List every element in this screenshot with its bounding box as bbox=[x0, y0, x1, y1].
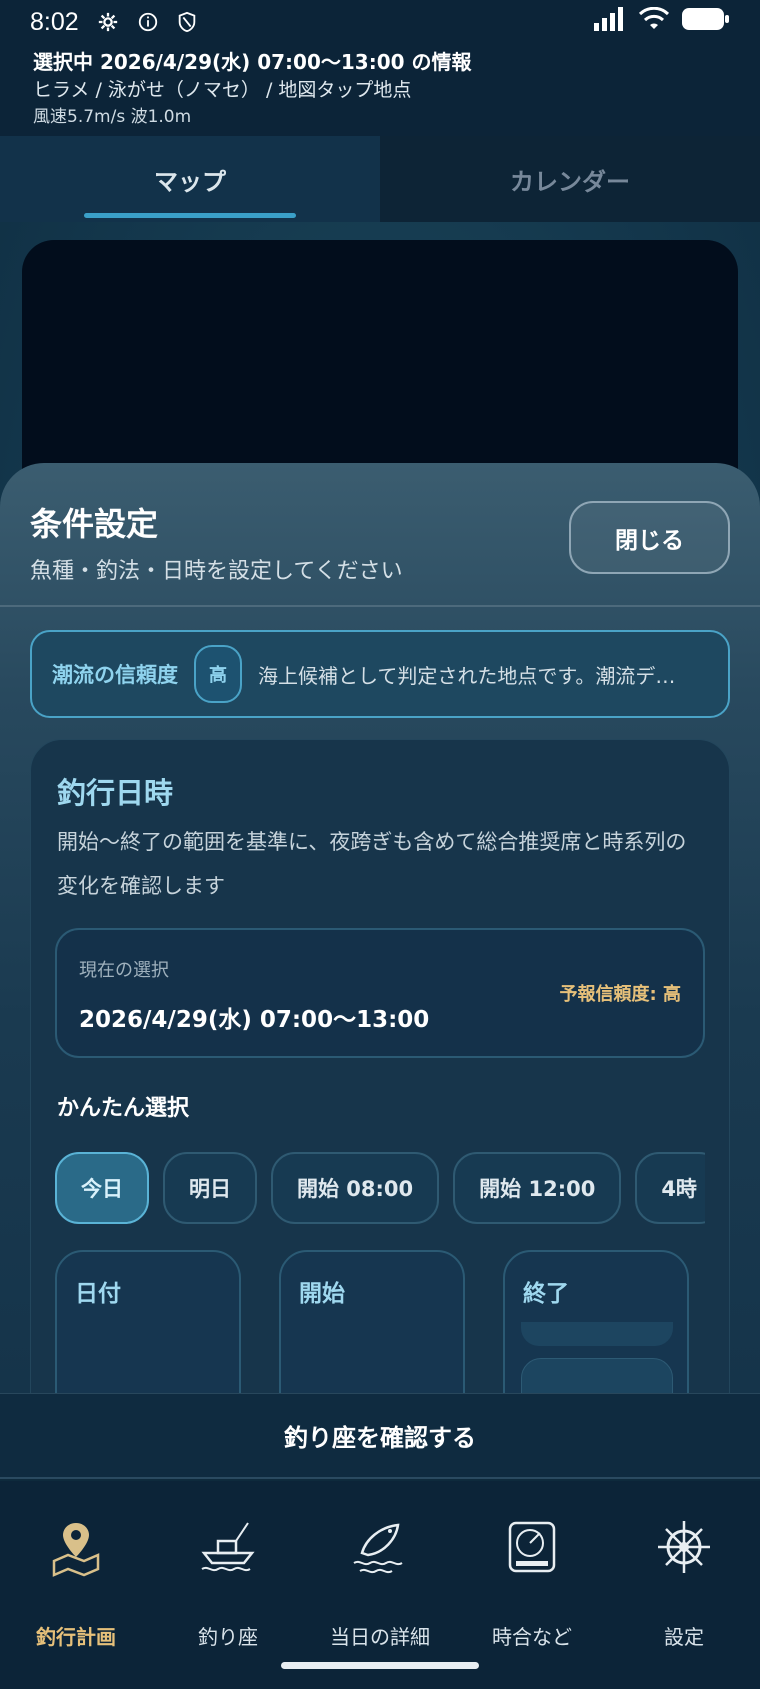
bottom-navigation: 釣行計画 釣り座 当日の詳細 時合など 設定 bbox=[0, 1481, 760, 1689]
boat-icon bbox=[196, 1515, 260, 1579]
conditions-sheet: 条件設定 魚種・釣法・日時を設定してください 閉じる 潮流の信頼度 高 海上候補… bbox=[0, 463, 760, 1393]
selection-title: 選択中 2026/4/29(水) 07:00〜13:00 の情報 bbox=[33, 50, 472, 74]
chip-start-1200[interactable]: 開始 12:00 bbox=[453, 1152, 622, 1224]
nav-trip-plan[interactable]: 釣行計画 bbox=[0, 1481, 152, 1689]
weather-summary: 風速5.7m/s 波1.0m bbox=[33, 107, 192, 127]
nav-settings[interactable]: 設定 bbox=[608, 1481, 760, 1689]
trip-datetime-title: 釣行日時 bbox=[57, 776, 174, 810]
tab-active-indicator bbox=[84, 213, 296, 218]
view-tabs: マップ カレンダー bbox=[0, 136, 760, 222]
chip-tomorrow[interactable]: 明日 bbox=[163, 1152, 257, 1224]
sheet-divider bbox=[0, 605, 760, 607]
chip-4h[interactable]: 4時 bbox=[635, 1152, 705, 1224]
tab-calendar[interactable]: カレンダー bbox=[380, 136, 760, 222]
battery-icon bbox=[682, 7, 730, 37]
start-time-picker[interactable]: 開始 bbox=[279, 1250, 465, 1393]
status-time: 8:02 bbox=[30, 7, 79, 36]
map-view[interactable] bbox=[22, 240, 738, 500]
home-indicator[interactable] bbox=[281, 1662, 479, 1669]
info-icon bbox=[137, 11, 159, 33]
sheet-title: 条件設定 bbox=[30, 505, 159, 543]
chip-today[interactable]: 今日 bbox=[55, 1152, 149, 1224]
nav-day-details[interactable]: 当日の詳細 bbox=[304, 1481, 456, 1689]
trip-datetime-description: 開始〜終了の範囲を基準に、夜跨ぎも含めて総合推奨席と時系列の変化を確認します bbox=[57, 830, 687, 898]
close-button[interactable]: 閉じる bbox=[569, 501, 730, 574]
date-picker[interactable]: 日付 bbox=[55, 1250, 241, 1393]
end-time-picker[interactable]: 終了 12:00 bbox=[503, 1250, 689, 1393]
nav-day-details-label: 当日の詳細 bbox=[330, 1625, 430, 1649]
date-picker-label: 日付 bbox=[75, 1281, 121, 1307]
fish-icon bbox=[348, 1515, 412, 1579]
nav-settings-label: 設定 bbox=[664, 1625, 704, 1649]
nav-fishing-seat-label: 釣り座 bbox=[198, 1625, 258, 1649]
signal-icon bbox=[594, 7, 626, 37]
current-selection-box: 現在の選択 2026/4/29(水) 07:00〜13:00 予報信頼度: 高 bbox=[55, 928, 705, 1058]
status-bar: 8:02 bbox=[0, 0, 760, 44]
ship-wheel-icon bbox=[652, 1515, 716, 1579]
end-picker-wheel-value[interactable]: 12:00 bbox=[521, 1358, 673, 1393]
tide-reliability-text: 海上候補として判定された地点です。潮流デ… bbox=[258, 663, 676, 688]
sonar-icon bbox=[500, 1515, 564, 1579]
tab-calendar-label: カレンダー bbox=[510, 167, 630, 196]
start-picker-label: 開始 bbox=[299, 1281, 345, 1307]
nav-feeding-time-label: 時合など bbox=[492, 1625, 572, 1649]
tab-map-label: マップ bbox=[154, 167, 226, 196]
quick-select-chips: 今日 明日 開始 08:00 開始 12:00 4時 bbox=[55, 1152, 705, 1228]
chip-start-0800[interactable]: 開始 08:00 bbox=[271, 1152, 440, 1224]
tide-reliability-badge: 高 bbox=[194, 645, 242, 703]
settings-gear-icon bbox=[97, 11, 119, 33]
wifi-icon bbox=[638, 6, 670, 37]
end-picker-wheel-above bbox=[521, 1322, 673, 1346]
tab-map[interactable]: マップ bbox=[0, 136, 380, 222]
current-selection-label: 現在の選択 bbox=[79, 960, 169, 981]
quick-select-label: かんたん選択 bbox=[57, 1096, 190, 1121]
tide-reliability-banner[interactable]: 潮流の信頼度 高 海上候補として判定された地点です。潮流デ… bbox=[30, 630, 730, 718]
end-picker-label: 終了 bbox=[523, 1281, 569, 1307]
tide-reliability-label: 潮流の信頼度 bbox=[52, 663, 178, 687]
confirm-seat-button[interactable]: 釣り座を確認する bbox=[0, 1393, 760, 1479]
nav-trip-plan-label: 釣行計画 bbox=[36, 1625, 116, 1649]
nav-feeding-time[interactable]: 時合など bbox=[456, 1481, 608, 1689]
nav-fishing-seat[interactable]: 釣り座 bbox=[152, 1481, 304, 1689]
forecast-reliability: 予報信頼度: 高 bbox=[559, 984, 681, 1005]
current-selection-value: 2026/4/29(水) 07:00〜13:00 bbox=[79, 1007, 430, 1033]
shield-icon bbox=[177, 11, 197, 33]
map-pin-icon bbox=[44, 1515, 108, 1579]
selection-subtitle: ヒラメ / 泳がせ（ノマセ） / 地図タップ地点 bbox=[33, 79, 412, 101]
trip-datetime-card: 釣行日時 開始〜終了の範囲を基準に、夜跨ぎも含めて総合推奨席と時系列の変化を確認… bbox=[30, 739, 730, 1393]
selection-info-header: 選択中 2026/4/29(水) 07:00〜13:00 の情報 ヒラメ / 泳… bbox=[0, 44, 760, 136]
sheet-subtitle: 魚種・釣法・日時を設定してください bbox=[30, 559, 403, 584]
